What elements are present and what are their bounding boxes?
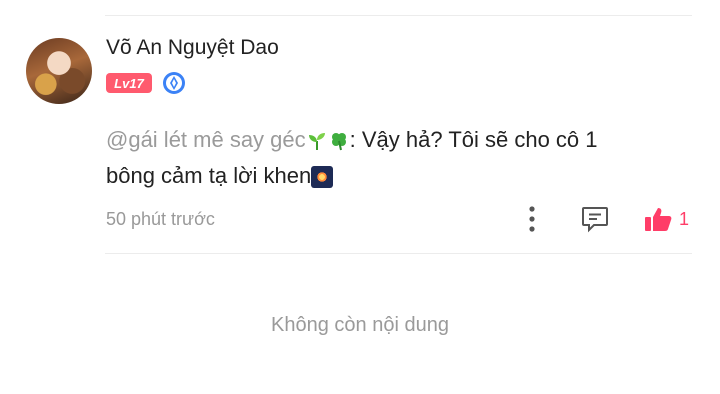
verified-icon bbox=[163, 72, 185, 94]
comment-text-part1: : Vậy hả? Tôi sẽ cho cô 1 bbox=[349, 127, 598, 152]
top-divider bbox=[105, 15, 692, 16]
timestamp: 50 phút trước bbox=[106, 209, 215, 229]
comment-text-part2: bông cảm tạ lời khen bbox=[106, 163, 312, 188]
comment-text: @gái lét mê say géc : Vậy hả? Tôi sẽ cho… bbox=[106, 122, 696, 194]
fireworks-emoji bbox=[311, 166, 334, 189]
more-options-icon[interactable] bbox=[522, 204, 542, 234]
mention-link[interactable]: @gái lét mê say géc bbox=[106, 127, 306, 152]
like-count: 1 bbox=[679, 209, 690, 229]
level-badge: Lv17 bbox=[106, 73, 152, 93]
reply-icon[interactable] bbox=[580, 205, 610, 233]
bottom-divider bbox=[105, 253, 692, 254]
seedling-emoji bbox=[308, 133, 325, 151]
end-of-content-text: Không còn nội dung bbox=[271, 314, 449, 336]
username[interactable]: Võ An Nguyệt Dao bbox=[106, 36, 279, 60]
clover-emoji bbox=[331, 133, 346, 151]
like-icon[interactable] bbox=[643, 205, 673, 233]
avatar[interactable] bbox=[26, 38, 92, 104]
